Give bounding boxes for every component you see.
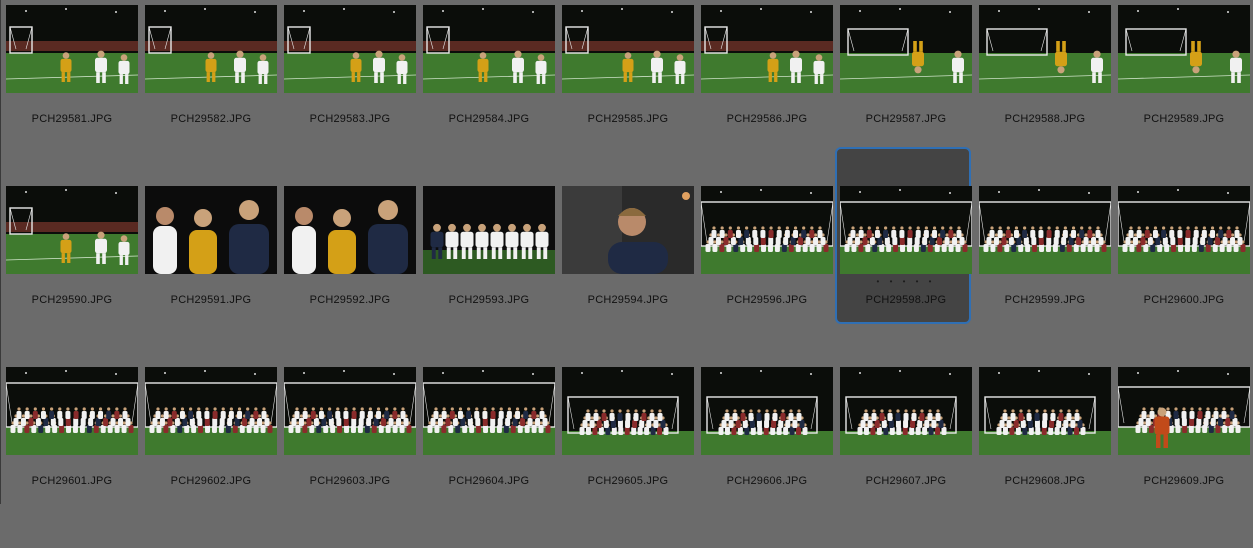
rating-dots[interactable]: • • • • • (840, 277, 972, 286)
photo-filename: PCH29602.JPG (170, 475, 252, 487)
photo-filename: PCH29590.JPG (31, 294, 113, 306)
photo-cell[interactable]: PCH29592.JPG (282, 186, 421, 367)
photo-thumbnail[interactable] (145, 186, 277, 274)
photo-thumbnail[interactable] (423, 5, 555, 93)
photo-thumbnail[interactable] (423, 186, 555, 274)
photo-cell[interactable]: PCH29604.JPG (421, 367, 560, 548)
photo-cell[interactable]: PCH29582.JPG (143, 5, 282, 186)
photo-filename: PCH29607.JPG (865, 475, 947, 487)
photo-cell[interactable]: PCH29609.JPG (1116, 367, 1253, 548)
photo-filename: PCH29593.JPG (448, 294, 530, 306)
photo-thumbnail[interactable] (423, 367, 555, 455)
photo-filename: PCH29603.JPG (309, 475, 391, 487)
photo-thumbnail[interactable] (1118, 5, 1250, 93)
photo-thumbnail[interactable] (840, 186, 972, 274)
photo-thumbnail[interactable] (145, 367, 277, 455)
photo-filename: PCH29588.JPG (1004, 113, 1086, 125)
photo-cell[interactable]: PCH29584.JPG (421, 5, 560, 186)
photo-thumbnail[interactable] (6, 186, 138, 274)
photo-filename: PCH29605.JPG (587, 475, 669, 487)
photo-cell[interactable]: PCH29606.JPG (699, 367, 838, 548)
photo-filename: PCH29584.JPG (448, 113, 530, 125)
photo-cell[interactable]: • • • • • PCH29598.JPG (835, 147, 977, 367)
photo-thumbnail[interactable] (284, 367, 416, 455)
photo-cell[interactable]: PCH29608.JPG (977, 367, 1116, 548)
photo-thumbnail[interactable] (562, 186, 694, 274)
photo-cell[interactable]: PCH29594.JPG (560, 186, 699, 367)
photo-thumbnail[interactable] (284, 5, 416, 93)
photo-cell[interactable]: PCH29583.JPG (282, 5, 421, 186)
photo-cell[interactable]: PCH29590.JPG (4, 186, 143, 367)
photo-filename: PCH29592.JPG (309, 294, 391, 306)
photo-cell[interactable]: PCH29581.JPG (4, 5, 143, 186)
photo-filename: PCH29601.JPG (31, 475, 113, 487)
photo-thumbnail[interactable] (145, 5, 277, 93)
photo-thumbnail[interactable] (1118, 186, 1250, 274)
photo-filename: PCH29600.JPG (1143, 294, 1225, 306)
photo-filename: PCH29582.JPG (170, 113, 252, 125)
photo-cell[interactable]: PCH29601.JPG (4, 367, 143, 548)
photo-thumbnail[interactable] (562, 367, 694, 455)
photo-filename: PCH29596.JPG (726, 294, 808, 306)
photo-thumbnail[interactable] (284, 186, 416, 274)
photo-filename: PCH29586.JPG (726, 113, 808, 125)
photo-thumbnail[interactable] (979, 5, 1111, 93)
photo-filename: PCH29599.JPG (1004, 294, 1086, 306)
photo-filename: PCH29585.JPG (587, 113, 669, 125)
photo-filename: PCH29587.JPG (865, 113, 947, 125)
photo-filename: PCH29608.JPG (1004, 475, 1086, 487)
photo-filename: PCH29583.JPG (309, 113, 391, 125)
photo-filename: PCH29609.JPG (1143, 475, 1225, 487)
photo-thumbnail[interactable] (979, 367, 1111, 455)
photo-cell[interactable]: PCH29593.JPG (421, 186, 560, 367)
photo-filename: PCH29589.JPG (1143, 113, 1225, 125)
photo-cell[interactable]: PCH29600.JPG (1116, 186, 1253, 367)
photo-cell[interactable]: PCH29591.JPG (143, 186, 282, 367)
photo-thumbnail[interactable] (6, 5, 138, 93)
photo-thumbnail[interactable] (701, 5, 833, 93)
photo-thumbnail[interactable] (1118, 367, 1250, 455)
photo-grid: PCH29581.JPG PCH29582.JPG PCH29583.JPG P… (0, 0, 1253, 504)
photo-thumbnail[interactable] (979, 186, 1111, 274)
photo-cell[interactable]: PCH29602.JPG (143, 367, 282, 548)
photo-filename: PCH29591.JPG (170, 294, 252, 306)
photo-thumbnail[interactable] (840, 367, 972, 455)
photo-cell[interactable]: PCH29599.JPG (977, 186, 1116, 367)
photo-cell[interactable]: PCH29589.JPG (1116, 5, 1253, 186)
photo-thumbnail[interactable] (562, 5, 694, 93)
photo-thumbnail[interactable] (701, 186, 833, 274)
photo-filename: PCH29604.JPG (448, 475, 530, 487)
photo-filename: PCH29581.JPG (31, 113, 113, 125)
photo-cell[interactable]: PCH29588.JPG (977, 5, 1116, 186)
photo-filename: PCH29594.JPG (587, 294, 669, 306)
photo-cell[interactable]: PCH29586.JPG (699, 5, 838, 186)
photo-cell[interactable]: PCH29585.JPG (560, 5, 699, 186)
photo-cell[interactable]: PCH29603.JPG (282, 367, 421, 548)
photo-thumbnail[interactable] (6, 367, 138, 455)
photo-cell[interactable]: PCH29605.JPG (560, 367, 699, 548)
photo-cell[interactable]: PCH29596.JPG (699, 186, 838, 367)
photo-thumbnail[interactable] (840, 5, 972, 93)
photo-filename: PCH29598.JPG (865, 294, 947, 306)
photo-cell[interactable]: PCH29607.JPG (838, 367, 977, 548)
photo-filename: PCH29606.JPG (726, 475, 808, 487)
photo-thumbnail[interactable] (701, 367, 833, 455)
